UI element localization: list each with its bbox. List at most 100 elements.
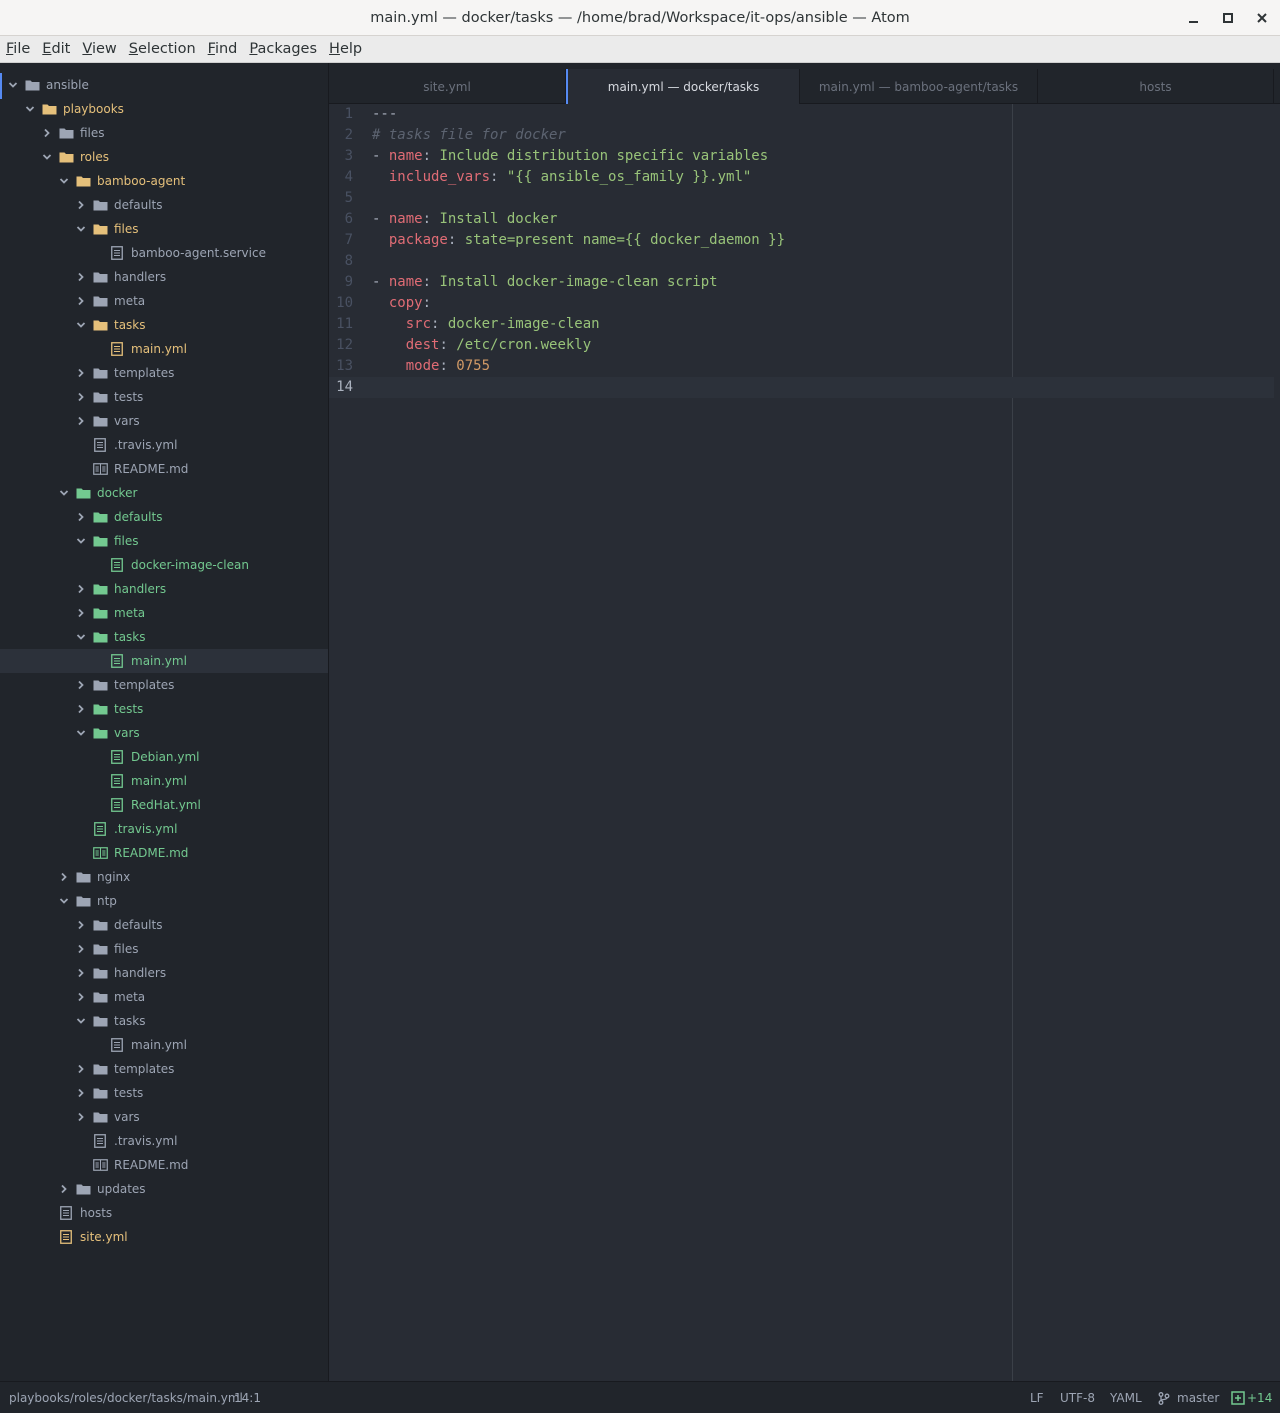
line-number[interactable]: 3: [329, 146, 353, 167]
chevron-right-icon[interactable]: [75, 391, 87, 403]
tree-folder[interactable]: vars: [0, 409, 328, 433]
chevron-down-icon[interactable]: [75, 1015, 87, 1027]
editor-line[interactable]: 12 dest: /etc/cron.weekly: [329, 335, 1274, 356]
line-number[interactable]: 8: [329, 251, 353, 272]
chevron-right-icon[interactable]: [75, 271, 87, 283]
editor-line[interactable]: 9 - name: Install docker-image-clean scri…: [329, 272, 1274, 293]
tab-2[interactable]: main.yml — bamboo-agent/tasks: [800, 69, 1038, 104]
chevron-right-icon[interactable]: [75, 703, 87, 715]
tree-folder[interactable]: vars: [0, 721, 328, 745]
editor-line[interactable]: 5: [329, 188, 1274, 209]
line-number[interactable]: 5: [329, 188, 353, 209]
tree-folder[interactable]: files: [0, 937, 328, 961]
tree-folder[interactable]: roles: [0, 145, 328, 169]
tree-file[interactable]: README.md: [0, 1153, 328, 1177]
menu-file[interactable]: File: [0, 36, 36, 63]
line-number[interactable]: 13: [329, 356, 353, 377]
tree-file[interactable]: README.md: [0, 841, 328, 865]
chevron-right-icon[interactable]: [75, 919, 87, 931]
chevron-down-icon[interactable]: [75, 223, 87, 235]
line-number[interactable]: 11: [329, 314, 353, 335]
tree-folder[interactable]: handlers: [0, 577, 328, 601]
tree-folder[interactable]: nginx: [0, 865, 328, 889]
tree-folder[interactable]: tests: [0, 697, 328, 721]
tree-folder[interactable]: defaults: [0, 193, 328, 217]
tab-1[interactable]: main.yml — docker/tasks: [566, 69, 800, 105]
editor-line[interactable]: 10 copy:: [329, 293, 1274, 314]
menu-selection[interactable]: Selection: [123, 36, 202, 63]
chevron-down-icon[interactable]: [75, 535, 87, 547]
tree-file[interactable]: main.yml: [0, 1033, 328, 1057]
line-number[interactable]: 10: [329, 293, 353, 314]
editor-line[interactable]: 11 src: docker-image-clean: [329, 314, 1274, 335]
chevron-right-icon[interactable]: [75, 511, 87, 523]
line-number[interactable]: 7: [329, 230, 353, 251]
chevron-right-icon[interactable]: [75, 583, 87, 595]
editor-line[interactable]: 13 mode: 0755: [329, 356, 1274, 377]
tree-file[interactable]: README.md: [0, 457, 328, 481]
tree-folder[interactable]: meta: [0, 289, 328, 313]
editor-line[interactable]: 6 - name: Install docker: [329, 209, 1274, 230]
editor-line[interactable]: 14: [329, 377, 1274, 398]
line-number[interactable]: 9: [329, 272, 353, 293]
chevron-down-icon[interactable]: [75, 727, 87, 739]
minimize-button[interactable]: [1177, 0, 1211, 36]
line-number[interactable]: 6: [329, 209, 353, 230]
tree-folder[interactable]: templates: [0, 1057, 328, 1081]
tree-file[interactable]: main.yml: [0, 337, 328, 361]
editor-line[interactable]: 3 - name: Include distribution specific v…: [329, 146, 1274, 167]
tree-folder[interactable]: bamboo-agent: [0, 169, 328, 193]
menu-packages[interactable]: Packages: [243, 36, 323, 63]
editor-line[interactable]: 4 include_vars: "{{ ansible_os_family }}…: [329, 167, 1274, 188]
tree-folder[interactable]: defaults: [0, 913, 328, 937]
status-encoding[interactable]: UTF-8: [1060, 1382, 1095, 1413]
tree-folder[interactable]: vars: [0, 1105, 328, 1129]
tree-file[interactable]: main.yml: [0, 769, 328, 793]
editor-line[interactable]: 2 # tasks file for docker: [329, 125, 1274, 146]
tree-folder[interactable]: templates: [0, 673, 328, 697]
tree-folder[interactable]: files: [0, 529, 328, 553]
tree-folder[interactable]: tasks: [0, 313, 328, 337]
status-grammar[interactable]: YAML: [1110, 1382, 1142, 1413]
chevron-right-icon[interactable]: [75, 1111, 87, 1123]
tree-folder[interactable]: ntp: [0, 889, 328, 913]
chevron-right-icon[interactable]: [75, 991, 87, 1003]
close-button[interactable]: [1245, 0, 1279, 36]
chevron-right-icon[interactable]: [75, 199, 87, 211]
tree-folder[interactable]: ansible: [0, 73, 328, 97]
tree-file[interactable]: .travis.yml: [0, 433, 328, 457]
tree-folder[interactable]: updates: [0, 1177, 328, 1201]
chevron-down-icon[interactable]: [58, 487, 70, 499]
chevron-down-icon[interactable]: [41, 151, 53, 163]
tree-file[interactable]: bamboo-agent.service: [0, 241, 328, 265]
tree-folder[interactable]: meta: [0, 601, 328, 625]
tree-folder[interactable]: templates: [0, 361, 328, 385]
status-line-ending[interactable]: LF: [1030, 1382, 1044, 1413]
tree-folder[interactable]: meta: [0, 985, 328, 1009]
tree-folder[interactable]: files: [0, 121, 328, 145]
tree-file[interactable]: .travis.yml: [0, 817, 328, 841]
tree-folder[interactable]: defaults: [0, 505, 328, 529]
line-number[interactable]: 12: [329, 335, 353, 356]
chevron-right-icon[interactable]: [58, 1183, 70, 1195]
chevron-right-icon[interactable]: [75, 1063, 87, 1075]
tree-file[interactable]: main.yml: [0, 649, 328, 673]
chevron-down-icon[interactable]: [75, 631, 87, 643]
tree-folder[interactable]: files: [0, 217, 328, 241]
editor-line[interactable]: 7 package: state=present name={{ docker_…: [329, 230, 1274, 251]
tree-folder[interactable]: handlers: [0, 961, 328, 985]
chevron-right-icon[interactable]: [75, 1087, 87, 1099]
text-editor[interactable]: 1 --- 2 # tasks file for docker 3- name: Inc…: [329, 104, 1274, 1381]
menu-view[interactable]: View: [76, 36, 122, 63]
editor-line[interactable]: 1 ---: [329, 104, 1274, 125]
tree-file[interactable]: site.yml: [0, 1225, 328, 1249]
chevron-right-icon[interactable]: [75, 943, 87, 955]
tree-folder[interactable]: playbooks: [0, 97, 328, 121]
line-number[interactable]: 14: [329, 377, 353, 398]
status-git-diff[interactable]: +14: [1247, 1382, 1272, 1413]
chevron-down-icon[interactable]: [24, 103, 36, 115]
tab-3[interactable]: hosts: [1038, 69, 1274, 104]
chevron-right-icon[interactable]: [75, 295, 87, 307]
menu-edit[interactable]: Edit: [36, 36, 76, 63]
status-cursor-position[interactable]: 14:1: [234, 1382, 261, 1413]
